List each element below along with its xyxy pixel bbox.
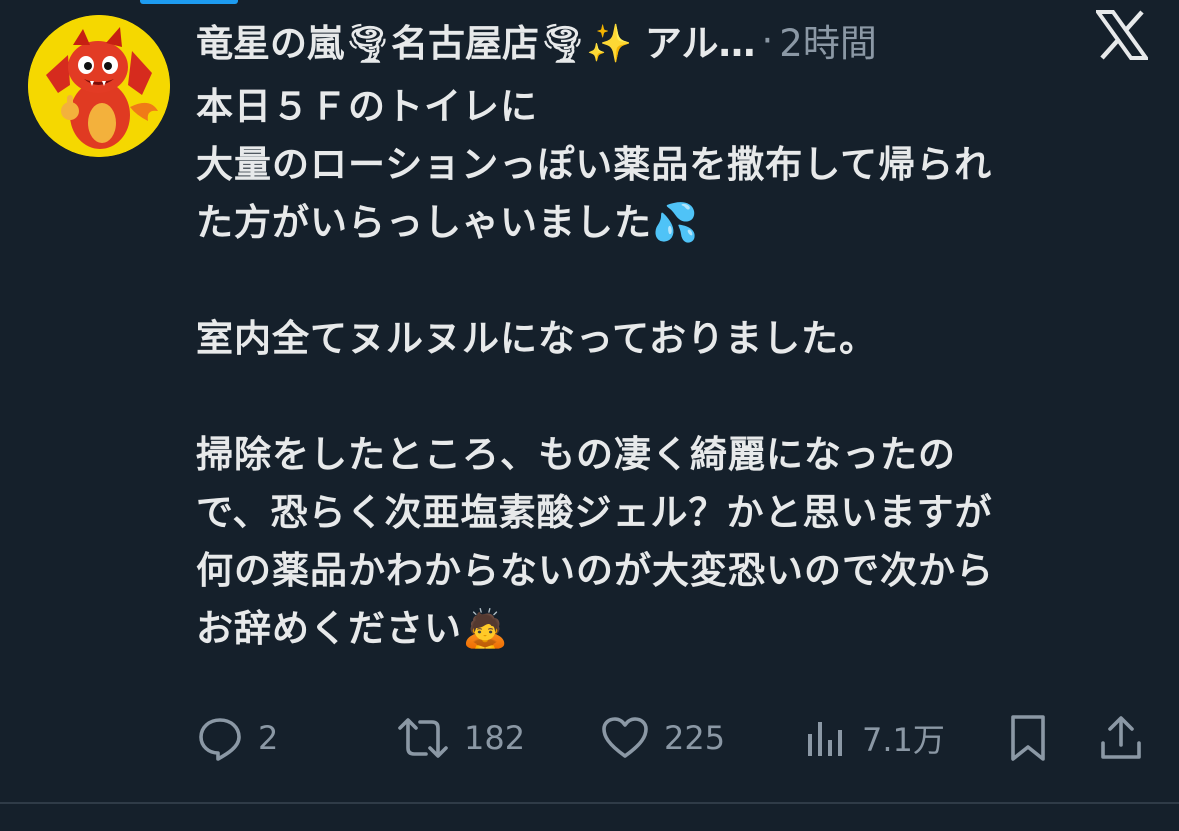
share-button[interactable] [1098, 708, 1144, 768]
reply-count: 2 [258, 719, 279, 757]
bookmark-icon [1008, 713, 1048, 763]
retweet-count: 182 [464, 719, 526, 757]
tweet-line: お辞めください🙇 [196, 607, 510, 650]
tweet[interactable]: 竜星の嵐🌪名古屋店🌪✨ アル… · 2時間 本日５Ｆのトイレに 大量のローション… [0, 0, 1179, 831]
tweet-line: 何の薬品かわからないのが大変恐いので次から [196, 549, 994, 592]
tweet-header: 竜星の嵐🌪名古屋店🌪✨ アル… · 2時間 [196, 10, 1096, 70]
tweet-line: 掃除をしたところ、もの凄く綺麗になったの [196, 433, 956, 476]
tweet-line: 室内全てヌルヌルになっておりました。 [196, 317, 878, 360]
bookmark-button[interactable] [1008, 708, 1048, 768]
retweet-button[interactable]: 182 [396, 708, 525, 768]
retweet-icon [396, 714, 450, 762]
separator-dot: · [761, 18, 774, 62]
reply-button[interactable]: 2 [196, 708, 278, 768]
tweet-line: た方がいらっしゃいました💦 [196, 201, 700, 244]
tweet-actions: 2 182 225 7.1万 [0, 708, 1179, 768]
tweet-line: で、恐らく次亜塩素酸ジェル？かと思いますが [196, 491, 993, 534]
share-icon [1098, 713, 1144, 763]
timestamp[interactable]: 2時間 [779, 13, 877, 67]
display-name[interactable]: 竜星の嵐🌪名古屋店🌪✨ アル… [196, 13, 756, 67]
avatar-dragon-image [28, 15, 170, 157]
tweet-line: 本日５Ｆのトイレに [196, 85, 538, 128]
views-count: 7.1万 [862, 721, 945, 759]
reply-icon [196, 714, 244, 762]
top-accent-bar [140, 0, 238, 4]
tweet-line: 大量のローションっぽい薬品を撒布して帰られ [196, 143, 993, 186]
like-count: 225 [664, 719, 726, 757]
views-button[interactable]: 7.1万 [804, 708, 945, 768]
heart-icon [600, 714, 650, 762]
bottom-divider [0, 802, 1179, 804]
avatar[interactable] [28, 15, 170, 157]
like-button[interactable]: 225 [600, 708, 725, 768]
x-logo-icon[interactable] [1094, 10, 1150, 60]
views-icon [804, 714, 848, 762]
tweet-text: 本日５Ｆのトイレに 大量のローションっぽい薬品を撒布して帰られ た方がいらっしゃ… [196, 78, 1156, 658]
